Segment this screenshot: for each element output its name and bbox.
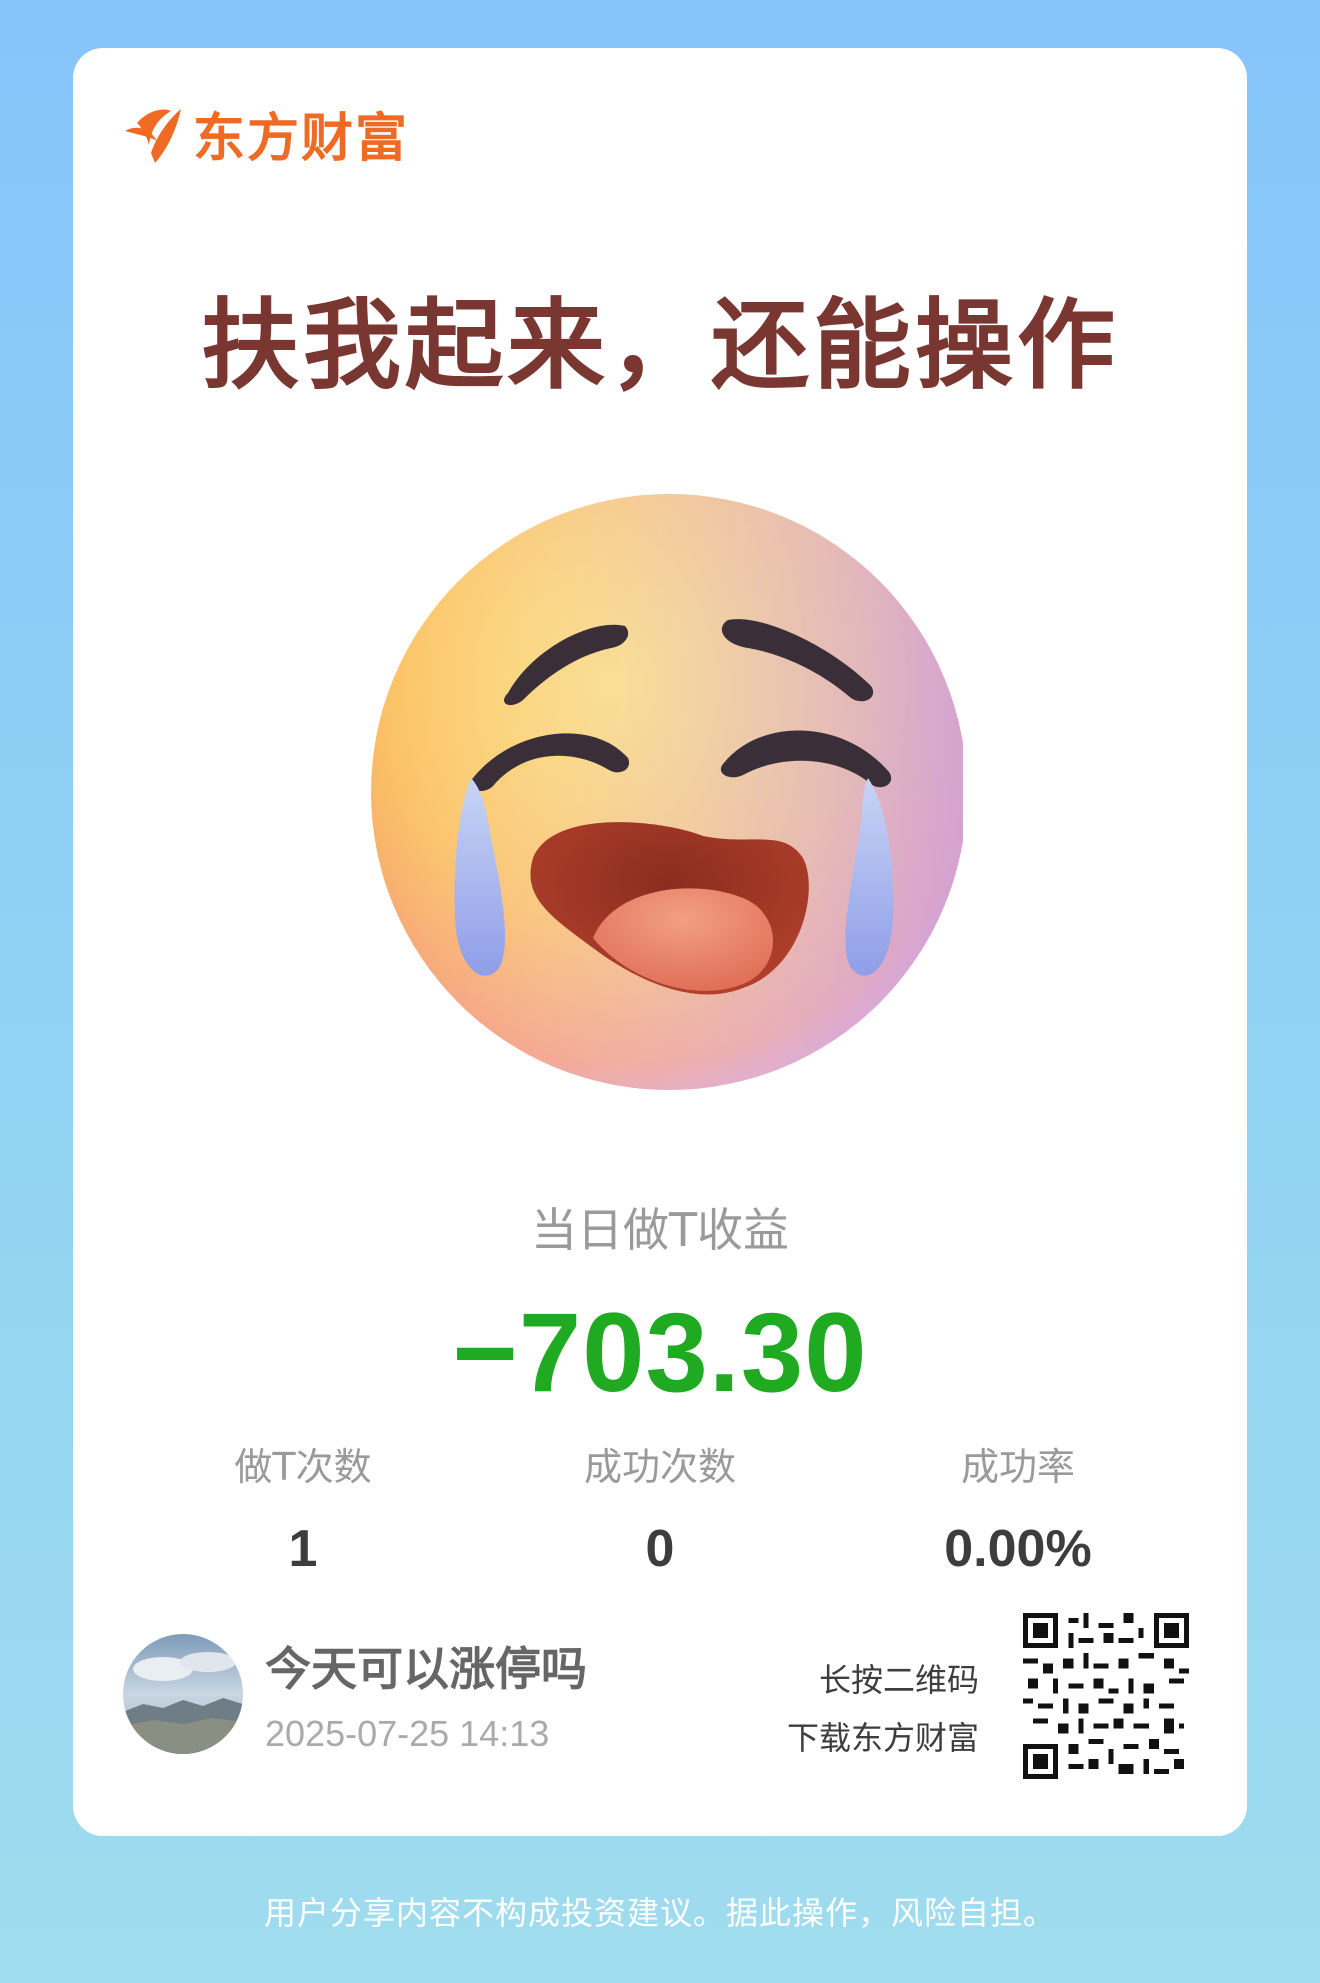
stat-value: 1 bbox=[288, 1520, 318, 1578]
qr-caption-line2: 下载东方财富 bbox=[786, 1719, 979, 1757]
stat-success-count: 成功次数 0 bbox=[510, 1436, 810, 1579]
avatar[interactable] bbox=[123, 1634, 243, 1754]
share-card: 东方财富 扶我起来，还能操作 当日做T收益 −703.30 做T次数 1 成功次… bbox=[73, 48, 1247, 1836]
stat-value: 0 bbox=[645, 1520, 675, 1578]
qr-caption: 长按二维码 下载东方财富 bbox=[787, 1651, 979, 1767]
user-info: 今天可以涨停吗 2025-07-25 14:13 bbox=[123, 1633, 587, 1755]
stat-value: 0.00% bbox=[944, 1520, 1092, 1578]
loudly-crying-face-icon bbox=[371, 494, 963, 1090]
profit-value: −703.30 bbox=[452, 1290, 868, 1415]
stat-label: 成功率 bbox=[960, 1445, 1075, 1489]
share-datetime: 2025-07-25 14:13 bbox=[265, 1713, 550, 1754]
user-name: 今天可以涨停吗 bbox=[265, 1642, 587, 1696]
qr-caption-line1: 长按二维码 bbox=[818, 1661, 979, 1699]
eastmoney-logo-icon bbox=[125, 108, 181, 163]
qr-code-icon[interactable] bbox=[1023, 1613, 1189, 1779]
brand-name: 东方财富 bbox=[193, 109, 410, 169]
brand: 东方财富 bbox=[121, 96, 409, 171]
profit-label: 当日做T收益 bbox=[530, 1203, 790, 1257]
disclaimer: 用户分享内容不构成投资建议。据此操作，风险自担。 bbox=[263, 1894, 1056, 1932]
stat-label: 成功次数 bbox=[583, 1445, 736, 1489]
stat-label: 做T次数 bbox=[234, 1445, 372, 1489]
headline: 扶我起来，还能操作 bbox=[200, 289, 1119, 403]
stat-success-rate: 成功率 0.00% bbox=[868, 1436, 1168, 1579]
stat-trade-count: 做T次数 1 bbox=[153, 1436, 453, 1579]
